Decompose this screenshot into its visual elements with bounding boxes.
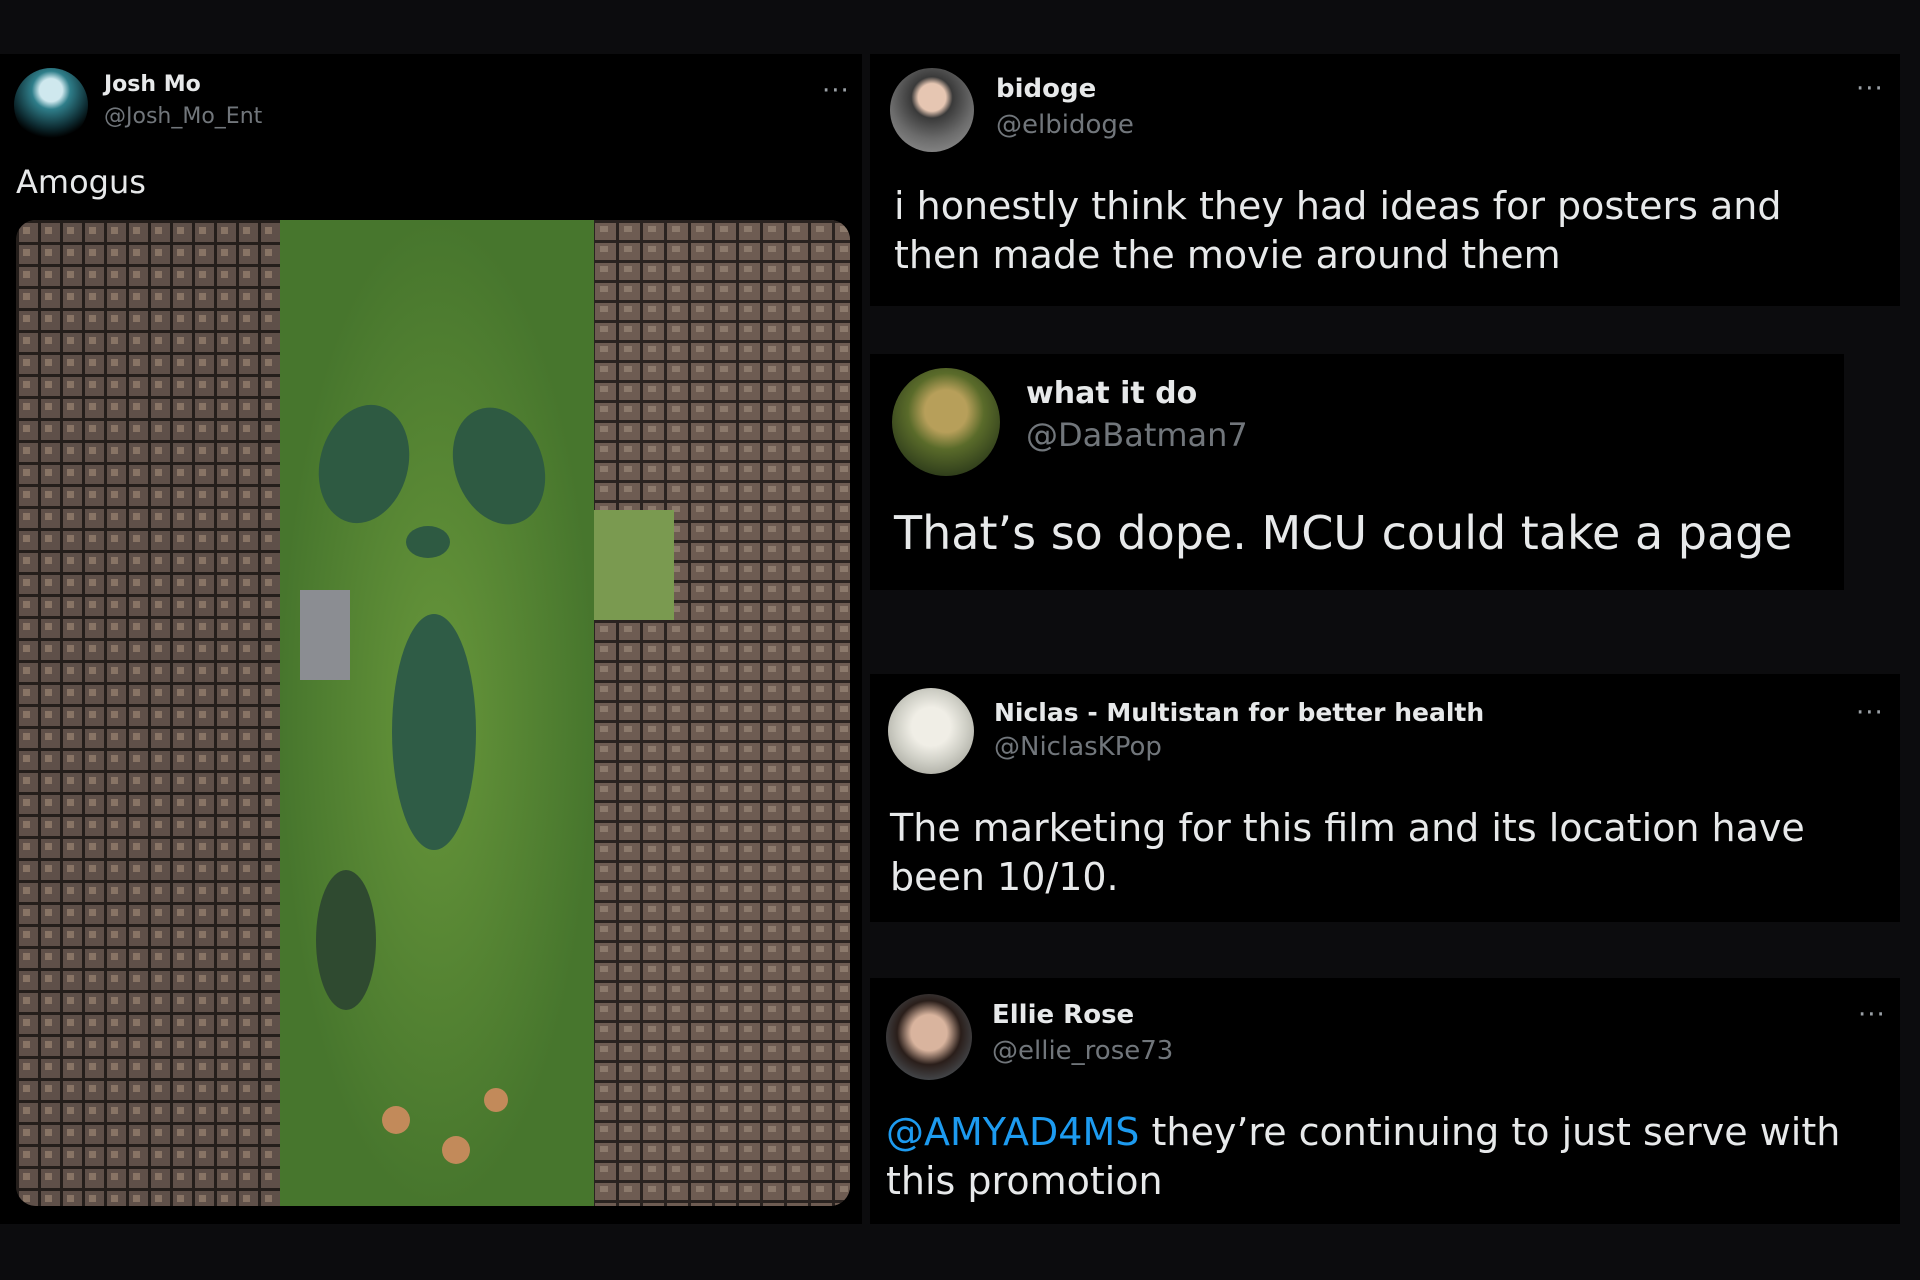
tweet-text: The marketing for this film and its loca… [890,806,1805,900]
author-handle[interactable]: @elbidoge [996,110,1134,140]
tweet-josh-mo[interactable]: Josh Mo @Josh_Mo_Ent ··· Amogus [0,54,862,1224]
tweet-ellie-rose[interactable]: Ellie Rose @ellie_rose73 ··· @AMYAD4MS t… [870,978,1900,1224]
tweet-niclaskpop[interactable]: Niclas - Multistan for better health @Ni… [870,674,1900,922]
avatar[interactable] [888,688,974,774]
tweet-text: @AMYAD4MS they’re continuing to just ser… [886,1108,1866,1207]
tweet-bidoge[interactable]: bidoge @elbidoge ··· i honestly think th… [870,54,1900,306]
more-icon[interactable]: ··· [1858,1002,1886,1028]
avatar[interactable] [892,368,1000,476]
more-icon[interactable]: ··· [822,78,850,104]
avatar[interactable] [14,68,88,142]
more-icon[interactable]: ··· [1856,700,1884,726]
author-name[interactable]: bidoge [996,74,1096,104]
author-name[interactable]: what it do [1026,376,1197,411]
tweet-text: Amogus [16,163,146,201]
tweet-text: i honestly think they had ideas for post… [894,184,1782,278]
tweet-text: That’s so dope. MCU could take a page [894,506,1793,560]
author-handle[interactable]: @ellie_rose73 [992,1036,1173,1066]
author-handle[interactable]: @NiclasKPop [994,732,1162,762]
avatar[interactable] [890,68,974,152]
author-handle[interactable]: @DaBatman7 [1026,416,1248,454]
mention-link[interactable]: @AMYAD4MS [886,1110,1139,1154]
tweet-dabatman7[interactable]: what it do @DaBatman7 That’s so dope. MC… [870,354,1844,590]
author-name[interactable]: Niclas - Multistan for better health [994,698,1484,727]
aerial-park-photo[interactable] [16,220,850,1206]
author-name[interactable]: Ellie Rose [992,1000,1134,1030]
park-illustration [16,220,850,1206]
more-icon[interactable]: ··· [1856,76,1884,102]
avatar[interactable] [886,994,972,1080]
author-handle[interactable]: @Josh_Mo_Ent [104,104,262,129]
author-name[interactable]: Josh Mo [104,72,201,97]
